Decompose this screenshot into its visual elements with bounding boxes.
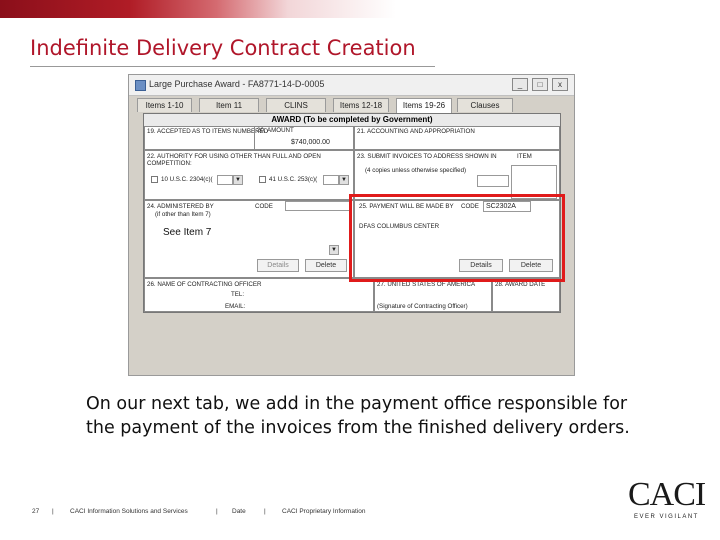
block-23-note: (4 copies unless otherwise specified) (365, 167, 467, 174)
code-label: CODE (255, 203, 273, 210)
footer-date: Date (232, 508, 246, 515)
tab-items-1-10[interactable]: Items 1-10 (137, 98, 192, 112)
block-20-label: 20. AMOUNT (257, 127, 294, 134)
footer-proprietary: CACI Proprietary Information (282, 508, 366, 515)
footer-separator: | (52, 508, 54, 515)
see-item-text: See Item 7 (163, 227, 212, 238)
block-22-label: 22. AUTHORITY FOR USING OTHER THAN FULL … (147, 153, 321, 167)
authority-2304-select[interactable] (217, 175, 233, 185)
block-21-label: 21. ACCOUNTING AND APPROPRIATION (357, 128, 475, 135)
block-24-label: 24. ADMINISTERED BY (147, 203, 214, 210)
item-label: ITEM (517, 153, 532, 160)
block-23-label: 23. SUBMIT INVOICES TO ADDRESS SHOWN IN (357, 153, 497, 160)
page-number: 27 (32, 508, 40, 515)
block-24-note: (if other than Item 7) (155, 211, 211, 218)
title-divider (30, 66, 435, 67)
authority-253-checkbox[interactable] (259, 176, 266, 183)
tab-clins[interactable]: CLINS (266, 98, 326, 112)
authority-253-label: 41 U.S.C. 253(c)( (269, 176, 318, 183)
window-titlebar[interactable]: Large Purchase Award - FA8771-14-D-0005 … (129, 75, 574, 96)
block-20: 20. AMOUNT $740,000.00 (254, 126, 354, 150)
tab-clauses[interactable]: Clauses (457, 98, 513, 112)
caci-tagline: EVER VIGILANT (634, 514, 699, 520)
invoice-address-input[interactable] (477, 175, 509, 187)
tab-item-11[interactable]: Item 11 (199, 98, 259, 112)
tab-items-19-26[interactable]: Items 19-26 (396, 98, 452, 113)
slide-caption: On our next tab, we add in the payment o… (86, 394, 630, 438)
block-27-label: 27. UNITED STATES OF AMERICA (377, 281, 476, 288)
delete-button[interactable]: Delete (305, 259, 347, 272)
block-27: 27. UNITED STATES OF AMERICA (Signature … (374, 278, 492, 312)
authority-2304-checkbox[interactable] (151, 176, 158, 183)
details-button[interactable]: Details (257, 259, 299, 272)
minimize-button[interactable]: _ (512, 78, 528, 91)
chevron-down-icon[interactable]: ▼ (339, 175, 349, 185)
maximize-button[interactable]: □ (532, 78, 548, 91)
block-24: 24. ADMINISTERED BY CODE (if other than … (144, 200, 354, 278)
tab-items-12-18[interactable]: Items 12-18 (333, 98, 389, 112)
footer-separator: | (264, 508, 266, 515)
authority-253-select[interactable] (323, 175, 339, 185)
block-28-label: 28. AWARD DATE (495, 281, 546, 288)
authority-2304-label: 10 U.S.C. 2304(c)( (161, 176, 213, 183)
block-19-label: 19. ACCEPTED AS TO ITEMS NUMBERED (147, 128, 269, 135)
window-title: Large Purchase Award - FA8771-14-D-0005 (149, 79, 325, 89)
block-21: 21. ACCOUNTING AND APPROPRIATION (354, 126, 560, 150)
footer-company: CACI Information Solutions and Services (70, 508, 188, 515)
chevron-down-icon[interactable]: ▼ (233, 175, 243, 185)
block-26: 26. NAME OF CONTRACTING OFFICER TEL: EMA… (144, 278, 374, 312)
payment-office-highlight (349, 194, 565, 282)
tel-label: TEL: (231, 291, 245, 298)
block-26-label: 26. NAME OF CONTRACTING OFFICER (147, 281, 262, 288)
amount-value: $740,000.00 (291, 139, 330, 146)
close-button[interactable]: x (552, 78, 568, 91)
block-22: 22. AUTHORITY FOR USING OTHER THAN FULL … (144, 150, 354, 200)
footer-separator: | (216, 508, 218, 515)
caci-logo: CACI (628, 476, 706, 513)
slide-title: Indefinite Delivery Contract Creation (30, 36, 416, 60)
email-label: EMAIL: (225, 303, 246, 310)
chevron-down-icon[interactable]: ▼ (329, 245, 339, 255)
block-23: 23. SUBMIT INVOICES TO ADDRESS SHOWN IN … (354, 150, 560, 200)
block-28: 28. AWARD DATE (492, 278, 560, 312)
administered-code-input[interactable] (285, 201, 351, 211)
top-banner (0, 0, 720, 18)
app-icon (135, 80, 146, 91)
block-27-note: (Signature of Contracting Officer) (377, 303, 468, 310)
